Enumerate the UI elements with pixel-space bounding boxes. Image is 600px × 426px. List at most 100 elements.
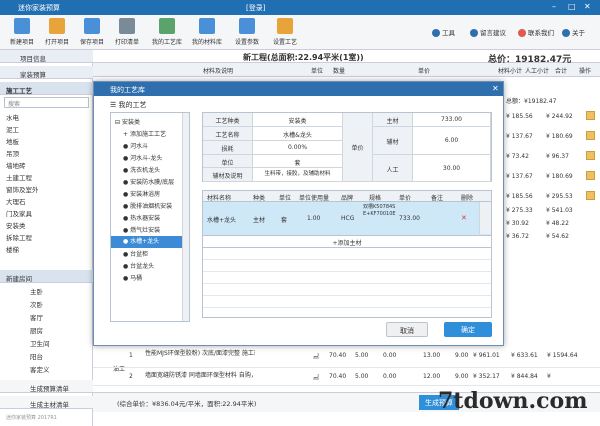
craft-name-field[interactable]: 水槽&龙头 <box>253 127 343 141</box>
tree-node[interactable]: ● 台盆柜 <box>123 249 148 258</box>
settings-params-button[interactable]: 设置参数 <box>228 18 266 46</box>
nav-item[interactable]: 门及家具 <box>6 208 32 218</box>
room-item[interactable]: 阳台 <box>30 351 43 361</box>
project-heading: 新工程(总面积:22.94平米(1室)) <box>243 53 364 62</box>
minimize-button[interactable]: – <box>552 2 556 11</box>
table-row[interactable]: 2 墙面宽缝防锈漆 同墙面环保型材料 自购，中南801胶水 ㎡ 70.40 5.… <box>93 368 600 386</box>
craft-type-field[interactable]: 安装类 <box>253 113 343 127</box>
watermark: 7tdown.com <box>438 388 588 414</box>
table-row[interactable]: 1 性能MJS环保型胶粉) 次底/面漆完整 施工环保 额外次基 ㎡ 70.40 … <box>93 346 600 368</box>
add-icon: + <box>123 131 130 138</box>
tree-node[interactable]: ● 热水器安装 <box>123 213 160 222</box>
printer-icon <box>119 18 135 34</box>
labor-price[interactable]: 30.00 <box>413 155 491 182</box>
nav-item[interactable]: 窗饰及室外 <box>6 184 39 194</box>
tree-node[interactable]: ● 马桶 <box>123 273 142 282</box>
tree-node[interactable]: ● 安装淋浴房 <box>123 189 160 198</box>
contact-button[interactable]: 联系我们 <box>518 27 554 37</box>
nav-item[interactable]: 墙地砖 <box>6 160 26 170</box>
room-item[interactable]: 客定义 <box>30 364 50 374</box>
nav-item[interactable]: 楼梯 <box>6 244 19 254</box>
close-button[interactable]: ✕ <box>584 2 591 11</box>
login-link[interactable]: [登录] <box>246 3 265 13</box>
edit-icon[interactable] <box>586 151 595 160</box>
nav-item[interactable]: 拆除工程 <box>6 232 32 242</box>
bottom-table: 油工 1 性能MJS环保型胶粉) 次底/面漆完整 施工环保 额外次基 ㎡ 70.… <box>93 346 600 391</box>
new-project-icon <box>14 18 30 34</box>
tools-button[interactable]: 工具 <box>432 27 455 37</box>
message-icon <box>470 29 478 37</box>
nav-item[interactable]: 大理石 <box>6 196 26 206</box>
aux-material-price[interactable]: 6.00 <box>413 127 491 155</box>
tree-node[interactable]: ● 河水斗-龙头 <box>123 153 162 162</box>
tree-node[interactable]: ● 台盆龙头 <box>123 261 154 270</box>
loss-field[interactable]: 0.00% <box>253 141 343 155</box>
table-header: 材料及说明 单位 数量 单价 材料小计 人工小计 合计 操作 <box>93 63 600 77</box>
feedback-button[interactable]: 留言建议 <box>470 27 506 37</box>
edit-icon[interactable] <box>586 131 595 140</box>
confirm-button[interactable]: 确定 <box>444 322 492 337</box>
material-library-button[interactable]: 我的材料库 <box>188 18 226 46</box>
new-project-button[interactable]: 新建项目 <box>3 18 41 46</box>
craft-form: 工艺种类 安装类 工艺名称 水槽&龙头 损耗 0.00% 单位 套 辅材及说明 … <box>202 112 492 182</box>
summary-value: 总额：¥19182.47 <box>506 98 557 105</box>
about-icon <box>562 29 570 37</box>
main-material-price[interactable]: 733.00 <box>413 113 491 127</box>
table-scrollbar[interactable] <box>479 202 491 234</box>
cancel-button[interactable]: 取消 <box>386 322 428 337</box>
print-list-button[interactable]: 打印清单 <box>108 18 146 46</box>
section-construction-craft[interactable]: 施工工艺 <box>0 82 93 95</box>
room-item[interactable]: 厨房 <box>30 325 43 335</box>
tree-node[interactable]: ⊟ 安装类 <box>115 117 140 126</box>
tree-node[interactable]: ● 安装防水膜/底层 <box>123 177 174 186</box>
generate-material-list[interactable]: 生成主材清单 <box>0 396 93 409</box>
dialog-titlebar: 我的工艺库 ✕ <box>94 82 503 96</box>
about-button[interactable]: 关于 <box>562 27 585 37</box>
room-item[interactable]: 主卧 <box>30 286 43 296</box>
section-new-room[interactable]: 新建房间 <box>0 270 93 283</box>
save-project-button[interactable]: 保存项目 <box>73 18 111 46</box>
nav-item[interactable]: 水电 <box>6 112 19 122</box>
craft-library-dialog: 我的工艺库 ✕ ☰ 我的工艺 ⊟ 安装类 + 添加施工工艺 ● 河水斗 ● 河水… <box>93 81 504 346</box>
nav-item[interactable]: 泥工 <box>6 124 19 134</box>
open-project-button[interactable]: 打开项目 <box>38 18 76 46</box>
save-icon <box>84 18 100 34</box>
dialog-close-icon[interactable]: ✕ <box>492 84 499 93</box>
craft-settings-icon <box>277 18 293 34</box>
collapse-icon[interactable]: ⊟ <box>115 119 122 126</box>
tab-home-budget[interactable]: 家装预算 <box>0 66 93 79</box>
craft-library-icon <box>159 18 175 34</box>
generate-budget-list[interactable]: 生成预算清单 <box>0 380 93 393</box>
tree-node-selected[interactable]: ● 水槽+龙头 <box>111 236 189 248</box>
folder-icon <box>49 18 65 34</box>
tree-node[interactable]: ● 燃气灶安装 <box>123 225 160 234</box>
tab-project-info[interactable]: 项目信息 <box>0 50 93 63</box>
nav-item[interactable]: 吊顶 <box>6 148 19 158</box>
edit-icon[interactable] <box>586 171 595 180</box>
list-icon: ☰ <box>110 101 119 109</box>
room-item[interactable]: 卫生间 <box>30 338 50 348</box>
tree-node[interactable]: ● 洗衣机龙头 <box>123 165 160 174</box>
edit-icon[interactable] <box>586 111 595 120</box>
add-main-material-button[interactable]: +添加主材 <box>202 236 492 248</box>
tree-scrollbar[interactable] <box>182 113 189 321</box>
settings-craft-button[interactable]: 设置工艺 <box>266 18 304 46</box>
room-item[interactable]: 次卧 <box>30 299 43 309</box>
room-item[interactable]: 客厅 <box>30 312 43 322</box>
delete-icon[interactable]: ✕ <box>461 214 467 222</box>
tree-node[interactable]: ● 脱排油烟机安装 <box>123 201 172 210</box>
nav-item[interactable]: 土建工程 <box>6 172 32 182</box>
maximize-button[interactable]: □ <box>568 2 576 11</box>
toolbar: 新建项目 打开项目 保存项目 打印清单 我的工艺库 我的材料库 设置参数 设置工… <box>0 15 600 50</box>
contact-icon <box>518 29 526 37</box>
craft-library-button[interactable]: 我的工艺库 <box>148 18 186 46</box>
search-input[interactable]: 搜索 <box>4 97 89 108</box>
nav-item[interactable]: 地板 <box>6 136 19 146</box>
material-row-selected[interactable]: 水槽+龙头 主材 套 1.00 HCG 双槽K50784SE+KF70010E … <box>202 202 492 236</box>
unit-field[interactable]: 套 <box>253 155 343 168</box>
nav-item[interactable]: 安装类 <box>6 220 26 230</box>
tree-node[interactable]: + 添加施工工艺 <box>123 129 166 138</box>
note-field[interactable]: 生料带，接胶，及辅助材料 <box>253 168 343 182</box>
edit-icon[interactable] <box>586 191 595 200</box>
tree-node[interactable]: ● 河水斗 <box>123 141 148 150</box>
